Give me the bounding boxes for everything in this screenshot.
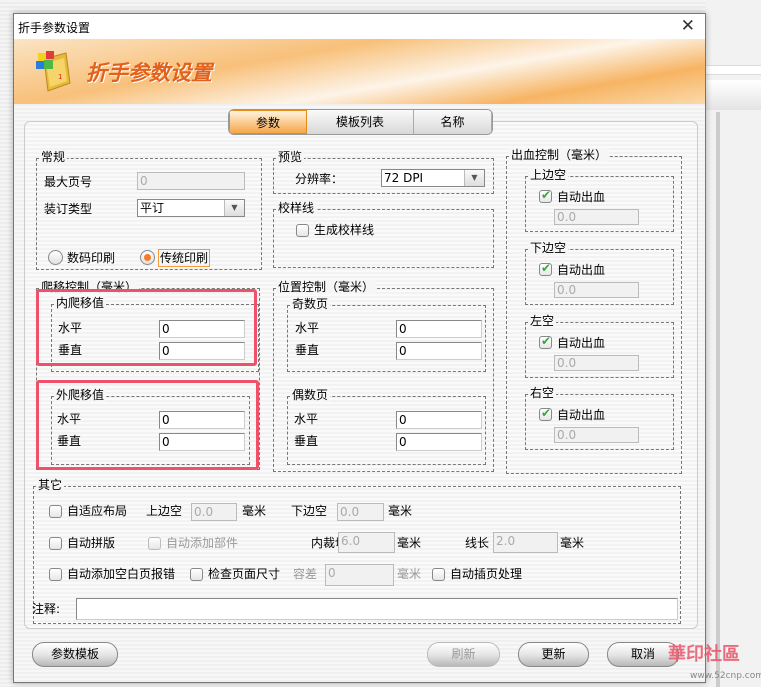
general-group-title: 常规 bbox=[39, 150, 68, 164]
auto-impose-checkbox[interactable] bbox=[49, 537, 62, 550]
max-page-label: 最大页号 bbox=[44, 175, 93, 189]
even-page-title: 偶数页 bbox=[290, 388, 331, 402]
auto-bleed-label[interactable]: 自动出血 bbox=[557, 190, 605, 204]
note-input[interactable] bbox=[76, 598, 678, 620]
bleed-control-title: 出血控制（毫米） bbox=[509, 148, 610, 162]
auto-bleed-label[interactable]: 自动出血 bbox=[557, 263, 605, 277]
even-vertical-label: 垂直 bbox=[294, 434, 319, 448]
even-page-group: 偶数页 bbox=[287, 388, 486, 465]
top-margin-label: 上边空 bbox=[146, 504, 183, 518]
line-length-input[interactable]: 2.0 bbox=[493, 532, 558, 553]
bottom-margin-input[interactable]: 0.0 bbox=[337, 503, 384, 521]
digital-print-label[interactable]: 数码印刷 bbox=[67, 251, 115, 265]
line-length-label: 线长 bbox=[465, 536, 490, 550]
auto-bleed-checkbox[interactable] bbox=[539, 188, 552, 203]
watermark-url: www.52cnp.com bbox=[690, 671, 761, 681]
auto-impose-label[interactable]: 自动拼版 bbox=[67, 536, 115, 550]
watermark-logo: 華印社區 bbox=[668, 644, 740, 665]
traditional-print-radio[interactable] bbox=[140, 250, 155, 265]
tab-parameters[interactable]: 参数 bbox=[229, 110, 307, 134]
puzzle-book-logo-icon: 1 bbox=[36, 51, 71, 92]
even-vertical-input[interactable]: 0 bbox=[396, 433, 482, 451]
traditional-print-label[interactable]: 传统印刷 bbox=[158, 249, 211, 267]
generate-proof-line-label[interactable]: 生成校样线 bbox=[314, 223, 374, 237]
parameter-template-button[interactable]: 参数模板 bbox=[32, 642, 118, 667]
blank-page-error-label[interactable]: 自动添加空白页报错 bbox=[67, 567, 175, 581]
even-horizontal-label: 水平 bbox=[294, 412, 319, 426]
svg-text:1: 1 bbox=[58, 73, 62, 81]
resolution-select[interactable]: 72 DPI ▼ bbox=[381, 169, 485, 187]
tolerance-unit: 毫米 bbox=[397, 567, 422, 581]
bleed-value-input[interactable]: 0.0 bbox=[554, 427, 639, 443]
banner-title: 折手参数设置 bbox=[86, 61, 212, 85]
preview-group-title: 预览 bbox=[276, 150, 305, 164]
banner: 1 折手参数设置 bbox=[14, 39, 705, 104]
binding-type-value: 平订 bbox=[140, 201, 165, 215]
bleed-value-input[interactable]: 0.0 bbox=[554, 355, 639, 371]
bleed-side-title: 左空 bbox=[528, 314, 557, 328]
inner-creep-highlight bbox=[36, 289, 257, 366]
tab-bar: 参数 模板列表 名称 bbox=[228, 109, 493, 135]
odd-vertical-label: 垂直 bbox=[295, 343, 320, 357]
auto-insert-page-checkbox[interactable] bbox=[432, 568, 445, 581]
inner-cut-unit: 毫米 bbox=[397, 536, 422, 550]
auto-bleed-checkbox[interactable] bbox=[539, 261, 552, 276]
proof-line-group-title: 校样线 bbox=[276, 201, 317, 215]
generate-proof-line-checkbox[interactable] bbox=[296, 224, 309, 237]
refresh-button[interactable]: 刷新 bbox=[427, 642, 500, 667]
odd-vertical-input[interactable]: 0 bbox=[396, 342, 482, 360]
adaptive-layout-label[interactable]: 自适应布局 bbox=[67, 504, 127, 518]
odd-horizontal-label: 水平 bbox=[295, 321, 320, 335]
check-page-size-checkbox[interactable] bbox=[190, 568, 203, 581]
bleed-side-title: 下边空 bbox=[528, 241, 569, 255]
bleed-side-title: 上边空 bbox=[528, 168, 569, 182]
outer-creep-highlight bbox=[36, 380, 259, 470]
chevron-down-icon[interactable]: ▼ bbox=[464, 170, 484, 186]
resolution-label: 分辨率： bbox=[295, 172, 344, 186]
adaptive-layout-checkbox[interactable] bbox=[49, 505, 62, 518]
auto-bleed-checkbox[interactable] bbox=[539, 406, 552, 421]
auto-add-parts-label[interactable]: 自动添加部件 bbox=[166, 536, 238, 550]
odd-page-title: 奇数页 bbox=[290, 297, 331, 311]
background-window bbox=[706, 0, 761, 687]
tab-template-list[interactable]: 模板列表 bbox=[307, 110, 414, 134]
close-icon[interactable]: ✕ bbox=[681, 16, 695, 36]
odd-page-group: 奇数页 bbox=[287, 297, 486, 372]
even-horizontal-input[interactable]: 0 bbox=[396, 411, 482, 429]
binding-type-select[interactable]: 平订 ▼ bbox=[137, 199, 245, 217]
bottom-margin-unit: 毫米 bbox=[388, 504, 413, 518]
bleed-value-input[interactable]: 0.0 bbox=[554, 282, 639, 298]
auto-bleed-checkbox[interactable] bbox=[539, 334, 552, 349]
odd-horizontal-input[interactable]: 0 bbox=[396, 320, 482, 338]
blank-page-error-checkbox[interactable] bbox=[49, 568, 62, 581]
auto-insert-page-label[interactable]: 自动插页处理 bbox=[450, 567, 522, 581]
tab-name[interactable]: 名称 bbox=[414, 110, 492, 134]
note-label: 注释: bbox=[32, 602, 61, 616]
max-page-input[interactable]: 0 bbox=[137, 172, 245, 190]
inner-cut-input[interactable]: 6.0 bbox=[338, 532, 395, 553]
top-margin-unit: 毫米 bbox=[242, 504, 267, 518]
bleed-value-input[interactable]: 0.0 bbox=[554, 209, 639, 225]
position-control-title: 位置控制（毫米） bbox=[276, 280, 377, 294]
top-margin-input[interactable]: 0.0 bbox=[191, 503, 237, 521]
tolerance-label: 容差 bbox=[293, 567, 318, 581]
binding-type-label: 装订类型 bbox=[44, 202, 93, 216]
tolerance-input[interactable]: 0 bbox=[325, 564, 394, 586]
other-group-title: 其它 bbox=[36, 478, 65, 492]
chevron-down-icon[interactable]: ▼ bbox=[224, 200, 244, 216]
bleed-side-title: 右空 bbox=[528, 386, 557, 400]
auto-bleed-label[interactable]: 自动出血 bbox=[557, 336, 605, 350]
bottom-margin-label: 下边空 bbox=[291, 504, 328, 518]
title-bar: 折手参数设置 ✕ bbox=[14, 14, 705, 39]
check-page-size-label[interactable]: 检查页面尺寸 bbox=[208, 567, 280, 581]
digital-print-radio[interactable] bbox=[48, 250, 63, 265]
auto-add-parts-checkbox[interactable] bbox=[148, 537, 161, 550]
line-length-unit: 毫米 bbox=[560, 536, 585, 550]
auto-bleed-label[interactable]: 自动出血 bbox=[557, 408, 605, 422]
window-title: 折手参数设置 bbox=[18, 21, 91, 35]
resolution-value: 72 DPI bbox=[384, 171, 424, 185]
proof-line-group: 校样线 bbox=[273, 201, 494, 268]
update-button[interactable]: 更新 bbox=[518, 642, 589, 667]
